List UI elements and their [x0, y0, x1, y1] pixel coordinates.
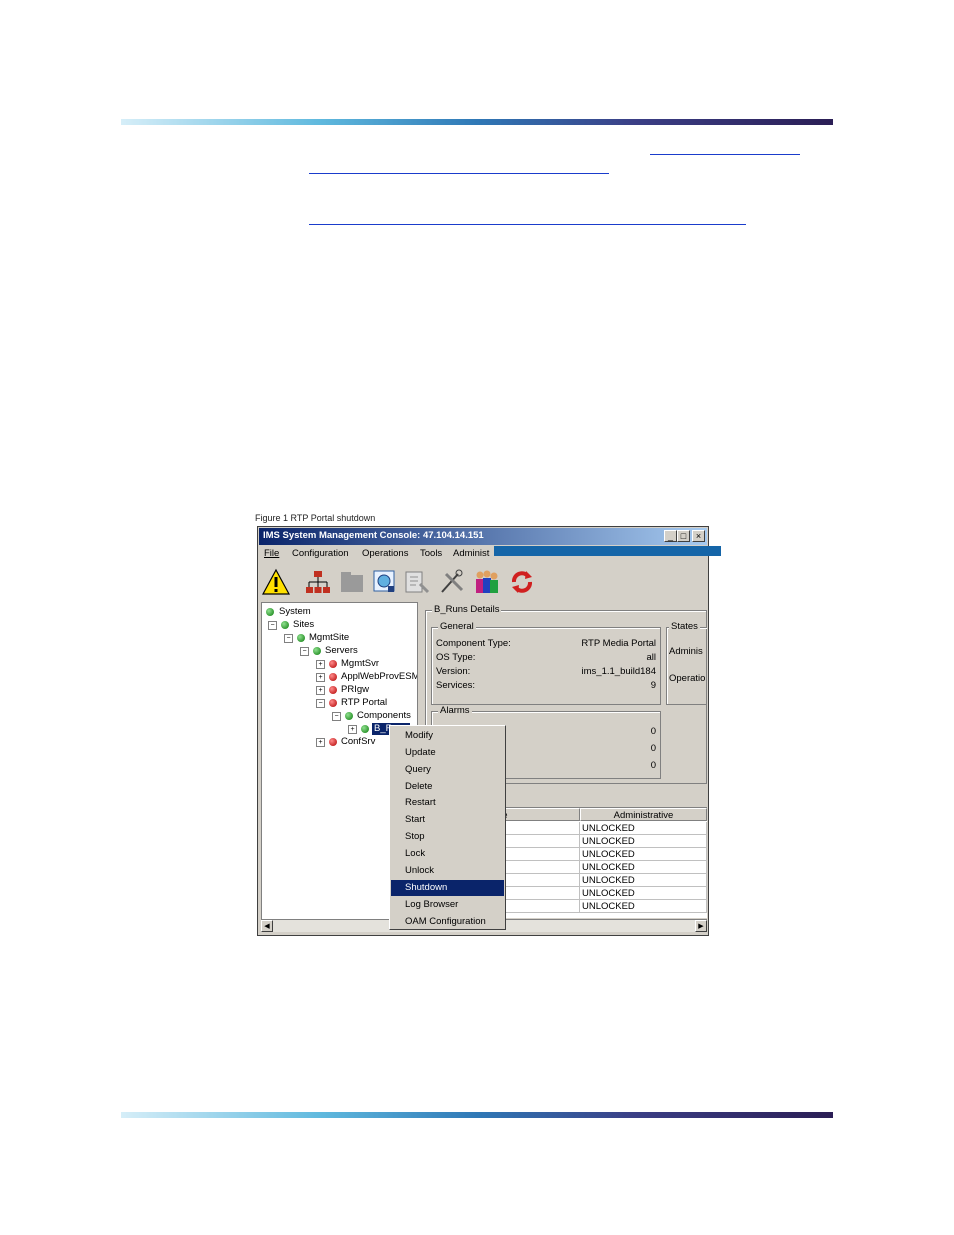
- status-red-icon: [329, 699, 337, 707]
- menu-item-oam-configuration[interactable]: OAM Configuration: [391, 914, 504, 930]
- status-red-icon: [329, 738, 337, 746]
- figure-caption: Figure 1 RTP Portal shutdown: [255, 513, 376, 523]
- menu-item-stop[interactable]: Stop: [391, 829, 504, 845]
- table-row-admin[interactable]: UNLOCKED: [580, 835, 707, 848]
- menu-operations[interactable]: Operations: [362, 548, 408, 559]
- menu-item-lock[interactable]: Lock: [391, 846, 504, 862]
- alarm-warning-icon[interactable]: [262, 568, 290, 596]
- expand-icon[interactable]: +: [316, 660, 325, 669]
- highlight-bar: [494, 546, 721, 556]
- menu-tools[interactable]: Tools: [420, 548, 442, 559]
- table-row-admin[interactable]: UNLOCKED: [580, 848, 707, 861]
- status-green-icon: [345, 712, 353, 720]
- collapse-icon[interactable]: −: [268, 621, 277, 630]
- maximize-button[interactable]: □: [677, 530, 690, 542]
- details-title: B_Runs Details: [432, 604, 502, 615]
- menu-item-start[interactable]: Start: [391, 812, 504, 828]
- states-group: States Adminis Operatio: [666, 621, 707, 705]
- table-row-admin[interactable]: UNLOCKED: [580, 822, 707, 835]
- link-underline-3[interactable]: [309, 224, 746, 225]
- close-button[interactable]: ×: [692, 530, 705, 542]
- menu-item-query[interactable]: Query: [391, 762, 504, 778]
- menu-item-shutdown[interactable]: Shutdown: [391, 880, 504, 896]
- users-icon[interactable]: [472, 568, 500, 596]
- collapse-icon[interactable]: −: [332, 712, 341, 721]
- monitor-icon[interactable]: [370, 568, 398, 596]
- general-group: General Component Type: RTP Media Portal…: [431, 621, 661, 705]
- link-underline-2[interactable]: [309, 173, 609, 174]
- window-title: IMS System Management Console: 47.104.14…: [263, 530, 484, 541]
- table-row-admin[interactable]: UNLOCKED: [580, 861, 707, 874]
- header-rule: [121, 119, 833, 125]
- context-menu: Modify Update Query Delete Restart Start…: [389, 725, 506, 930]
- log-icon[interactable]: [402, 568, 430, 596]
- menu-item-log-browser[interactable]: Log Browser: [391, 897, 504, 913]
- table-row-admin[interactable]: UNLOCKED: [580, 900, 707, 913]
- footer-rule: [121, 1112, 833, 1118]
- expand-icon[interactable]: +: [316, 738, 325, 747]
- menu-item-update[interactable]: Update: [391, 745, 504, 761]
- link-underline-1[interactable]: [650, 154, 800, 155]
- minimize-button[interactable]: _: [664, 530, 677, 542]
- menu-item-delete[interactable]: Delete: [391, 779, 504, 795]
- status-red-icon: [329, 660, 337, 668]
- table-row-admin[interactable]: UNLOCKED: [580, 887, 707, 900]
- status-green-icon: [281, 621, 289, 629]
- scroll-left-icon[interactable]: ◀: [261, 920, 273, 932]
- tools-icon[interactable]: [438, 568, 466, 596]
- folder-icon[interactable]: [338, 568, 366, 596]
- expand-icon[interactable]: +: [316, 673, 325, 682]
- collapse-icon[interactable]: −: [284, 634, 293, 643]
- scroll-right-icon[interactable]: ▶: [695, 920, 707, 932]
- network-topology-icon[interactable]: [304, 568, 332, 596]
- toolbar: [260, 565, 706, 599]
- table-row-admin[interactable]: UNLOCKED: [580, 874, 707, 887]
- menu-item-unlock[interactable]: Unlock: [391, 863, 504, 879]
- status-red-icon: [329, 673, 337, 681]
- column-header-administrative[interactable]: Administrative: [580, 808, 707, 821]
- menu-item-restart[interactable]: Restart: [391, 795, 504, 811]
- status-green-icon: [297, 634, 305, 642]
- status-green-icon: [266, 608, 274, 616]
- menu-configuration[interactable]: Configuration: [292, 548, 349, 559]
- status-green-icon: [361, 725, 369, 733]
- collapse-icon[interactable]: −: [300, 647, 309, 656]
- menu-item-modify[interactable]: Modify: [391, 728, 504, 744]
- collapse-icon[interactable]: −: [316, 699, 325, 708]
- expand-icon[interactable]: +: [348, 725, 357, 734]
- status-green-icon: [313, 647, 321, 655]
- expand-icon[interactable]: +: [316, 686, 325, 695]
- refresh-icon[interactable]: [508, 568, 536, 596]
- menu-administration[interactable]: Administ: [453, 548, 489, 559]
- title-bar[interactable]: IMS System Management Console: 47.104.14…: [259, 528, 707, 545]
- status-red-icon: [329, 686, 337, 694]
- menu-file[interactable]: File: [264, 548, 279, 559]
